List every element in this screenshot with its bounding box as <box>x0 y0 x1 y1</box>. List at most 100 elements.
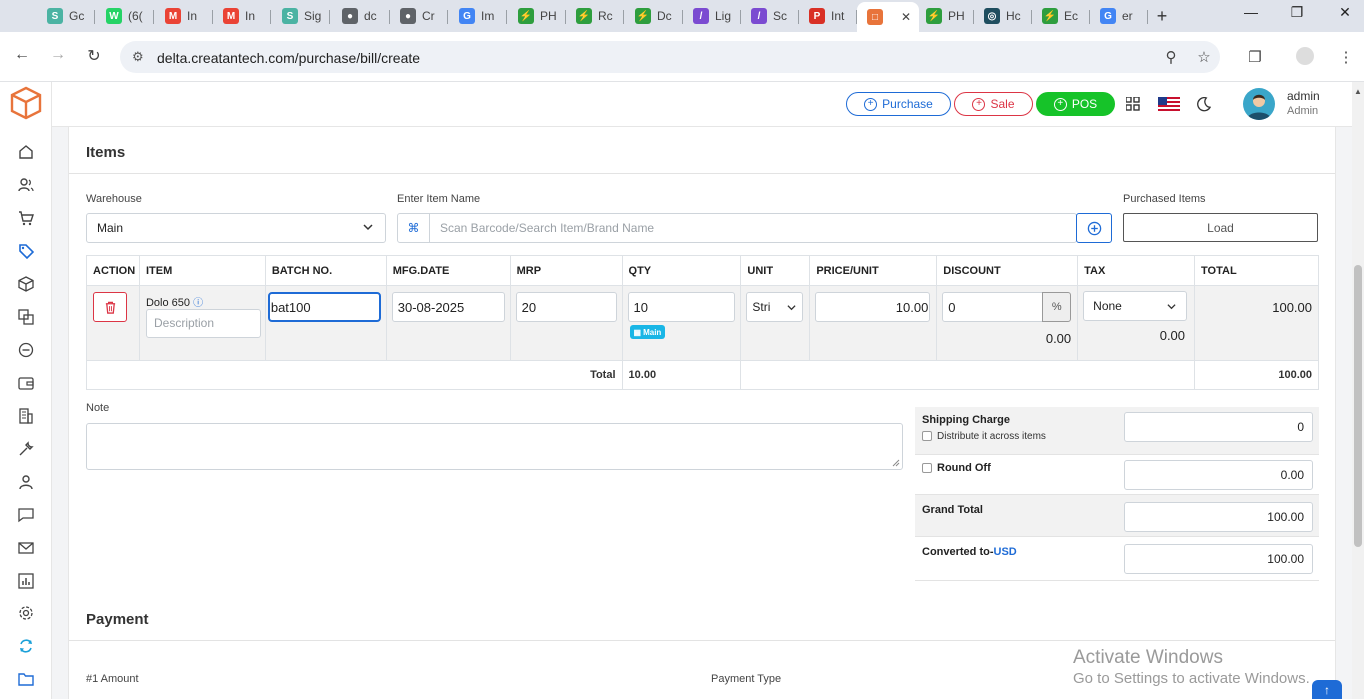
us-flag-icon[interactable] <box>1158 94 1180 114</box>
close-tab-icon[interactable]: ✕ <box>901 10 911 24</box>
column-header: UNIT <box>740 255 811 286</box>
page-scrollbar[interactable]: ▲ <box>1352 82 1364 699</box>
building-icon[interactable] <box>16 406 36 426</box>
unit-select[interactable]: Stri <box>746 292 804 322</box>
site-settings-icon[interactable]: ⚙ <box>132 49 148 65</box>
cart-icon[interactable] <box>16 208 36 228</box>
discount-input[interactable]: 0 <box>942 292 1044 322</box>
browser-tab[interactable]: ⚡ PH <box>508 4 566 28</box>
mfg-date-input[interactable]: 30-08-2025 <box>391 292 505 322</box>
tools-icon[interactable] <box>16 439 36 459</box>
item-search-input[interactable]: ⌘ Scan Barcode/Search Item/Brand Name <box>397 213 1077 243</box>
browser-tab[interactable]: S Gc <box>37 4 95 28</box>
bookmark-star-icon[interactable]: ☆ <box>1194 48 1214 66</box>
users-icon[interactable] <box>16 175 36 195</box>
tax-select[interactable]: None <box>1083 291 1188 321</box>
browser-tab[interactable]: ⚡ PH <box>916 4 974 28</box>
purchase-tag-icon[interactable] <box>16 241 36 261</box>
qty-input[interactable]: 10 <box>627 292 735 322</box>
app-logo[interactable] <box>9 86 43 120</box>
purchase-button[interactable]: + Purchase <box>846 92 951 116</box>
browser-tab[interactable]: Ger <box>1090 4 1148 28</box>
price-input[interactable]: 10.00 <box>815 292 931 322</box>
close-window-button[interactable]: ✕ <box>1330 4 1360 21</box>
message-icon[interactable] <box>16 505 36 525</box>
browser-tab[interactable]: ⚡ Dc <box>625 4 683 28</box>
tab-favicon-icon: S <box>47 8 63 24</box>
apps-grid-icon[interactable] <box>1123 94 1143 114</box>
browser-tab[interactable]: ● Cr <box>390 4 448 28</box>
pos-button[interactable]: + POS <box>1036 92 1115 116</box>
url-field[interactable]: ⚙ delta.creatantech.com/purchase/bill/cr… <box>120 41 1220 73</box>
column-header: TAX <box>1077 255 1196 286</box>
folder-icon[interactable] <box>16 669 36 689</box>
delete-row-button[interactable] <box>93 292 127 322</box>
add-item-button[interactable] <box>1076 213 1112 243</box>
tab-label: Dc <box>657 9 672 23</box>
forward-icon[interactable]: → <box>48 46 68 64</box>
browser-menu-icon[interactable]: ⋮ <box>1336 48 1356 66</box>
browser-tab[interactable]: M In <box>155 4 213 28</box>
contacts-icon[interactable] <box>16 472 36 492</box>
wallet-icon[interactable] <box>16 373 36 393</box>
avatar[interactable] <box>1243 88 1275 120</box>
browser-tab[interactable]: ● dc <box>332 4 390 28</box>
info-icon[interactable]: ⓘ <box>193 298 203 309</box>
discount-type-button[interactable]: % <box>1042 292 1072 322</box>
mail-icon[interactable] <box>16 538 36 558</box>
row-total: 100.00 <box>1272 300 1312 315</box>
item-search-placeholder: Scan Barcode/Search Item/Brand Name <box>440 221 655 235</box>
browser-tab[interactable]: G Im <box>449 4 507 28</box>
restore-button[interactable]: ❐ <box>1282 4 1312 21</box>
user-name: admin <box>1287 89 1320 103</box>
tab-label: Hc <box>1006 9 1021 23</box>
load-button[interactable]: Load <box>1123 213 1318 242</box>
zoom-icon[interactable]: ⚲ <box>1161 48 1181 66</box>
round-off-input[interactable]: 0.00 <box>1124 460 1313 490</box>
scroll-to-top-button[interactable]: ↑ <box>1312 680 1342 699</box>
profile-avatar[interactable] <box>1296 47 1314 65</box>
description-input[interactable]: Description <box>145 309 261 338</box>
browser-tab[interactable]: W (6( <box>96 4 154 28</box>
dark-mode-moon-icon[interactable] <box>1193 94 1213 114</box>
item-name-label: Enter Item Name <box>397 193 481 205</box>
minimize-button[interactable]: — <box>1236 4 1266 20</box>
tab-favicon-icon: ⚡ <box>576 8 592 24</box>
reports-icon[interactable] <box>16 571 36 591</box>
total-spacer <box>740 360 1196 390</box>
batch-number-input[interactable]: bat100 <box>267 292 381 322</box>
browser-tab[interactable]: ⚡ Rc <box>566 4 624 28</box>
browser-tab[interactable]: / Lig <box>683 4 741 28</box>
browser-tab[interactable]: □ ✕ <box>857 2 919 32</box>
browser-tab[interactable]: ⚡ Ec <box>1032 4 1090 28</box>
tab-label: Lig <box>715 9 732 23</box>
extensions-icon[interactable]: ❐ <box>1245 48 1265 66</box>
browser-tab[interactable]: / Sc <box>741 4 799 28</box>
scrollbar-thumb[interactable] <box>1354 265 1362 547</box>
browser-tab[interactable]: S Sig <box>272 4 330 28</box>
scroll-up-arrow-icon[interactable]: ▲ <box>1354 87 1362 96</box>
reload-icon[interactable]: ↻ <box>84 46 104 66</box>
home-icon[interactable] <box>16 142 36 162</box>
resize-handle-icon[interactable] <box>892 459 900 467</box>
distribute-checkbox[interactable] <box>922 431 932 441</box>
settings-gear-icon[interactable] <box>16 603 36 623</box>
browser-tab[interactable]: ◎ Hc <box>974 4 1032 28</box>
note-textarea[interactable] <box>86 423 903 470</box>
barcode-scan-icon[interactable]: ⌘ <box>398 214 430 242</box>
shipping-charge-input[interactable]: 0 <box>1124 412 1313 442</box>
new-tab-button[interactable]: + <box>1152 6 1172 27</box>
browser-tab[interactable]: P Int <box>799 4 857 28</box>
expense-icon[interactable] <box>16 340 36 360</box>
box-icon[interactable] <box>16 274 36 294</box>
sale-button[interactable]: + Sale <box>954 92 1033 116</box>
round-off-checkbox[interactable] <box>922 463 932 473</box>
divider <box>69 173 1335 174</box>
back-icon[interactable]: ← <box>12 46 32 64</box>
warehouse-select[interactable]: Main <box>86 213 386 243</box>
transfer-icon[interactable] <box>16 307 36 327</box>
sync-icon[interactable] <box>16 636 36 656</box>
mrp-input[interactable]: 20 <box>515 292 617 322</box>
browser-tab[interactable]: M In <box>213 4 271 28</box>
tab-favicon-icon: W <box>106 8 122 24</box>
